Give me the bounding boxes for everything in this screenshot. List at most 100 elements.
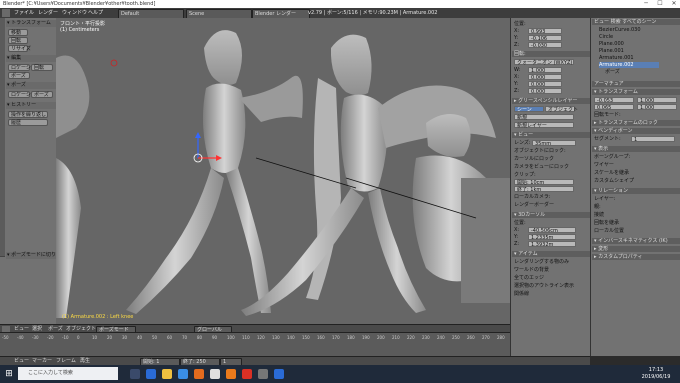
lock-cursor-check[interactable]: カーソルにロック	[514, 156, 588, 162]
world-bg-check[interactable]: ワールドの背景	[514, 267, 588, 273]
app-icon[interactable]	[242, 369, 252, 379]
tab-grease-pencil[interactable]	[0, 206, 5, 257]
transform-panel-header[interactable]: ▾ トランスフォーム	[6, 20, 56, 27]
tab-animation[interactable]	[0, 136, 5, 177]
transform-lock-header[interactable]: ▸ トランスフォームのロック	[592, 120, 680, 126]
tl-menu-playback[interactable]: 再生	[80, 358, 90, 364]
grease-pencil-header[interactable]: ▸ グリースペンシルレイヤー	[512, 98, 590, 104]
connected-check[interactable]: 接続	[594, 212, 604, 218]
tl-menu-frame[interactable]: フレーム	[56, 358, 76, 364]
pe-transform-header[interactable]: ▾ トランスフォーム	[592, 89, 680, 95]
inherit-rotation-check[interactable]: 回転を継承	[594, 220, 619, 226]
close-button[interactable]: ✕	[668, 0, 680, 8]
3d-viewport[interactable]: フロント・平行投影 (1) Centimeters (1) Armature.0…	[56, 18, 510, 324]
clock[interactable]: 17:13 2019/06/19	[638, 367, 674, 381]
edit-pose-button[interactable]: ポーズ	[8, 72, 30, 79]
maximize-button[interactable]: ☐	[654, 0, 666, 8]
translate-button[interactable]: 移動	[8, 29, 28, 36]
segments-field[interactable]: 1	[631, 136, 675, 143]
all-edges-check[interactable]: 全てのエッジ	[514, 275, 588, 281]
cursor-z-field[interactable]: 1.3932m	[528, 241, 576, 248]
scale-button[interactable]: リサイズ	[8, 45, 31, 52]
custom-props-header[interactable]: ▸ カスタムプロパティ	[592, 254, 680, 260]
app-icon[interactable]	[210, 369, 220, 379]
timeline[interactable]: -50 -40 -30 -20 -10 0 10 20 30 40 50 60 70 80 90 100 110…	[0, 332, 510, 357]
pose-button[interactable]: ポーズ	[31, 91, 53, 98]
clip-start-field[interactable]: 開始: 10cm	[514, 179, 574, 186]
edit-location-button[interactable]: ロケーション	[8, 64, 41, 71]
store-icon[interactable]	[178, 369, 188, 379]
task-view-icon[interactable]	[130, 369, 140, 379]
taskbar-search[interactable]: ここに入力して検索	[18, 367, 118, 380]
tl-menu-marker[interactable]: マーカー	[32, 358, 52, 364]
clip-end-field[interactable]: 終了: 1km	[514, 186, 574, 193]
outliner-item[interactable]: Circle	[599, 34, 613, 40]
menu-window[interactable]: ウィンドウ	[62, 9, 87, 17]
loc-z-field[interactable]: -0.030	[528, 42, 562, 49]
menu-render[interactable]: レンダー	[38, 9, 58, 17]
cursor-x-field[interactable]: -40.506cm	[528, 227, 576, 234]
loc-x-field[interactable]: 0.993	[528, 28, 562, 35]
inherit-scale-check[interactable]: スケールを継承	[594, 170, 629, 176]
wire-check[interactable]: ワイヤー	[594, 162, 614, 168]
render-only-check[interactable]: レンダリングする物のみ	[514, 259, 588, 265]
outliner-item-selected[interactable]: Armature.002	[599, 62, 659, 68]
display-header[interactable]: ▾ 表示	[592, 146, 680, 152]
menu-file[interactable]: ファイル	[14, 9, 34, 17]
object-toggle[interactable]: オブジェクト	[545, 106, 578, 113]
edit-rotation-button[interactable]: 回転	[31, 64, 53, 71]
bendy-bones-header[interactable]: ▾ ベンディボーン	[592, 128, 680, 134]
item-header[interactable]: ▾ アイテム	[512, 251, 590, 257]
relations-header[interactable]: ▾ リレーション	[592, 188, 680, 194]
pe-value-field[interactable]: -0.053	[594, 97, 634, 104]
pose-location-button[interactable]: ロケーション	[8, 91, 41, 98]
app-icon[interactable]	[274, 369, 284, 379]
new-layer-button[interactable]: 新規レイヤー	[514, 122, 574, 129]
outliner-item[interactable]: Armature.001	[599, 55, 634, 61]
repeat-button[interactable]: 操作を繰り返し	[8, 111, 48, 118]
menu-help[interactable]: ヘルプ	[88, 9, 103, 17]
operator-panel-header[interactable]: ▾ ポーズモードに切り替え	[6, 252, 66, 259]
explorer-icon[interactable]	[162, 369, 172, 379]
history-button[interactable]: 履歴	[8, 119, 48, 126]
edit-panel-header[interactable]: ▾ 編集	[6, 55, 56, 62]
rot-w-field[interactable]: 1.000	[528, 67, 562, 74]
lock-camera-check[interactable]: カメラをビューにロック	[514, 164, 588, 170]
tab-relations[interactable]	[0, 96, 5, 137]
pe-value-field[interactable]: 0.065	[594, 104, 634, 111]
rotate-button[interactable]: 回転	[8, 37, 28, 44]
rot-y-field[interactable]: 0.000	[528, 81, 562, 88]
rotation-mode-field[interactable]: クォータニオン (WXYZ)	[514, 59, 574, 66]
rot-z-field[interactable]: 0.000	[528, 88, 562, 95]
cursor-y-field[interactable]: 1.2335m	[528, 234, 576, 241]
outliner-item[interactable]: BezierCurve.030	[599, 27, 641, 33]
tab-physics[interactable]	[0, 176, 5, 207]
tab-create[interactable]	[0, 66, 5, 97]
pe-value-field[interactable]: 1.000	[637, 104, 677, 111]
new-button[interactable]: 新規	[514, 114, 574, 121]
ik-header[interactable]: ▾ インバースキネマティクス (IK)	[592, 238, 680, 244]
lens-field[interactable]: 35mm	[532, 140, 576, 147]
pose-panel-header[interactable]: ▾ ポーズ	[6, 82, 56, 89]
outliner-item[interactable]: Plane.000	[599, 41, 624, 47]
relation-lines-check[interactable]: 関係線	[514, 291, 588, 297]
render-border-check[interactable]: レンダーボーダー	[514, 202, 588, 208]
minimize-button[interactable]: ─	[640, 0, 652, 8]
scene-toggle[interactable]: シーン	[514, 106, 544, 113]
outliner-item[interactable]: ポーズ	[605, 69, 620, 75]
edge-icon[interactable]	[146, 369, 156, 379]
app-icon[interactable]	[194, 369, 204, 379]
outline-selected-check[interactable]: 選択物のアウトライン表示	[514, 283, 588, 289]
tab-tools[interactable]	[0, 18, 5, 67]
rot-x-field[interactable]: 0.000	[528, 74, 562, 81]
view-panel-header[interactable]: ▾ ビュー	[512, 132, 590, 138]
3d-cursor-header[interactable]: ▾ 3Dカーソル	[512, 212, 590, 218]
pe-value-field[interactable]: 1.000	[637, 97, 677, 104]
loc-y-field[interactable]: -0.106	[528, 35, 562, 42]
editor-type-icon[interactable]	[2, 9, 10, 17]
tl-menu-view[interactable]: ビュー	[14, 358, 29, 364]
local-location-check[interactable]: ローカル位置	[594, 228, 624, 234]
outliner-item[interactable]: Plane.001	[599, 48, 624, 54]
history-panel-header[interactable]: ▾ ヒストリー	[6, 102, 56, 109]
app-icon[interactable]	[258, 369, 268, 379]
